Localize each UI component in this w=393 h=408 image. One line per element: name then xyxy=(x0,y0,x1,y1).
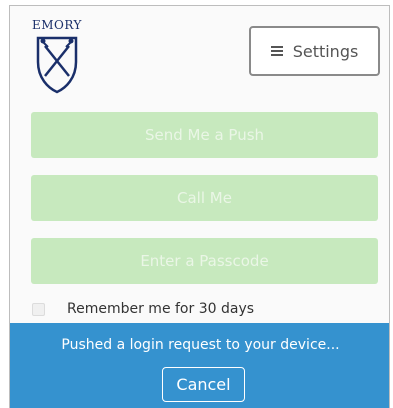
hamburger-menu-icon xyxy=(270,46,283,56)
status-bar: Pushed a login request to your device...… xyxy=(10,323,389,408)
logo-wordmark: EMORY xyxy=(32,18,82,32)
cancel-button[interactable]: Cancel xyxy=(162,367,245,402)
status-message: Pushed a login request to your device... xyxy=(61,337,340,353)
call-me-button[interactable]: Call Me xyxy=(31,175,378,221)
send-push-button[interactable]: Send Me a Push xyxy=(31,112,378,158)
remember-me-label: Remember me for 30 days xyxy=(67,301,255,317)
remember-me-checkbox[interactable] xyxy=(32,302,45,316)
enter-passcode-button[interactable]: Enter a Passcode xyxy=(31,238,378,284)
duo-auth-frame: EMORY Settings Send Me a Push Call Me En… xyxy=(9,5,390,408)
emory-shield-icon xyxy=(36,36,78,94)
settings-label: Settings xyxy=(292,41,359,61)
remember-me-row: Remember me for 30 days xyxy=(32,301,254,317)
settings-button[interactable]: Settings xyxy=(249,26,380,76)
emory-logo: EMORY xyxy=(32,18,82,98)
